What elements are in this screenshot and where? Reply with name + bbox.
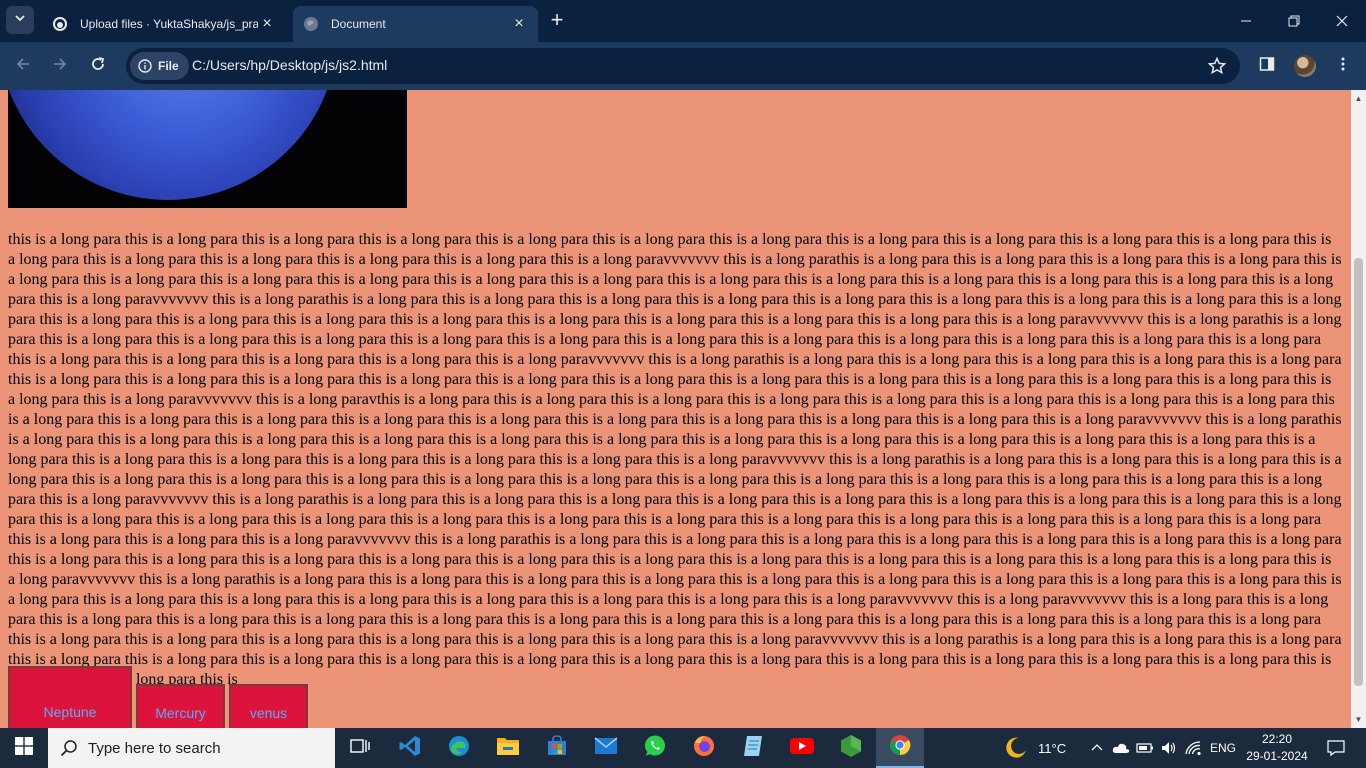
tray-icons: ENG [1090, 728, 1236, 768]
task-view-icon [349, 736, 371, 761]
arrow-left-icon [15, 56, 31, 77]
github-icon [52, 16, 68, 32]
profile-button[interactable] [1291, 52, 1319, 80]
scroll-down-arrow[interactable]: ▼ [1354, 715, 1363, 724]
address-bar[interactable]: File C:/Users/hp/Desktop/js/js2.html [126, 48, 1240, 84]
vscode-icon [398, 734, 422, 763]
restore-button[interactable] [1270, 0, 1318, 42]
windows-taskbar: Type here to search 11°C ENG 22:20 29-01… [0, 728, 1366, 768]
tab-strip: Upload files · YuktaShakya/js_practice ×… [0, 0, 1366, 42]
arrow-right-icon [52, 56, 68, 77]
new-tab-button[interactable]: + [545, 8, 569, 32]
more-vertical-icon [1335, 56, 1351, 77]
close-icon[interactable]: × [510, 15, 528, 33]
date: 29-01-2024 [1246, 749, 1308, 763]
notifications-button[interactable] [1322, 728, 1350, 768]
mail-icon [594, 736, 618, 761]
chevron-up-icon[interactable] [1090, 741, 1104, 755]
side-panel-icon [1259, 56, 1275, 77]
windows-logo-icon [15, 736, 33, 760]
battery-icon[interactable] [1136, 742, 1154, 754]
firefox-app[interactable] [680, 728, 728, 768]
moon-icon [1004, 736, 1028, 760]
url-text[interactable]: C:/Users/hp/Desktop/js/js2.html [192, 57, 387, 73]
mail-app[interactable] [582, 728, 630, 768]
forward-button[interactable] [46, 52, 74, 80]
info-icon [138, 59, 152, 73]
store-icon [545, 734, 569, 763]
bookmark-star-icon[interactable] [1207, 56, 1227, 80]
youtube-app[interactable] [778, 728, 826, 768]
site-chip-label: File [158, 59, 179, 73]
tab-document[interactable]: Document × [293, 6, 538, 42]
task-view-button[interactable] [336, 728, 384, 768]
notepad-app[interactable] [729, 728, 777, 768]
close-window-button[interactable] [1318, 0, 1366, 42]
weather-widget[interactable]: 11°C [1004, 728, 1066, 768]
minimize-button[interactable] [1222, 0, 1270, 42]
clock[interactable]: 22:20 29-01-2024 [1238, 731, 1316, 765]
taskbar-search[interactable]: Type here to search [48, 728, 335, 768]
start-button[interactable] [0, 728, 48, 768]
neptune-button[interactable]: Neptune [8, 666, 132, 728]
venus-button[interactable]: venus [229, 684, 308, 728]
tab-title: Upload files · YuktaShakya/js_practice [80, 17, 258, 31]
whatsapp-icon [643, 734, 667, 763]
chrome-app[interactable] [876, 728, 924, 768]
nodejs-icon [840, 734, 862, 763]
long-paragraph: this is a long para this is a long para … [8, 231, 1342, 688]
browser-toolbar: File C:/Users/hp/Desktop/js/js2.html [0, 42, 1366, 90]
close-icon[interactable]: × [258, 15, 276, 33]
vscode-app[interactable] [386, 728, 434, 768]
folder-icon [496, 735, 520, 762]
site-info-chip[interactable]: File [130, 52, 189, 80]
neptune-image [8, 90, 407, 208]
language-indicator[interactable]: ENG [1210, 741, 1236, 755]
notification-icon [1327, 739, 1345, 757]
back-button[interactable] [9, 52, 37, 80]
side-panel-button[interactable] [1253, 52, 1281, 80]
time: 22:20 [1261, 732, 1293, 746]
mercury-button[interactable]: Mercury [136, 684, 225, 728]
wifi-icon[interactable] [1184, 740, 1202, 756]
file-explorer-app[interactable] [484, 728, 532, 768]
notepad-icon [742, 734, 764, 763]
reload-icon [90, 56, 106, 77]
chevron-down-icon [14, 11, 26, 29]
tab-search-button[interactable] [6, 6, 34, 34]
avatar [1294, 55, 1316, 77]
search-icon [60, 739, 78, 757]
volume-icon[interactable] [1160, 740, 1178, 756]
edge-icon [447, 734, 471, 763]
scrollbar-thumb[interactable] [1354, 258, 1363, 686]
tab-title: Document [331, 17, 386, 31]
whatsapp-app[interactable] [631, 728, 679, 768]
page-viewport: this is a long para this is a long para … [0, 90, 1366, 728]
youtube-icon [789, 736, 815, 761]
search-placeholder: Type here to search [88, 739, 221, 757]
reload-button[interactable] [84, 52, 112, 80]
nodejs-app[interactable] [827, 728, 875, 768]
menu-button[interactable] [1329, 52, 1357, 80]
tab-upload-files[interactable]: Upload files · YuktaShakya/js_practice × [42, 6, 286, 42]
firefox-icon [692, 734, 716, 763]
chrome-icon [888, 733, 912, 762]
onedrive-icon[interactable] [1112, 741, 1130, 755]
edge-app[interactable] [435, 728, 483, 768]
vertical-scrollbar[interactable]: ▲ ▼ [1351, 90, 1366, 728]
scroll-up-arrow[interactable]: ▲ [1354, 94, 1363, 103]
temperature: 11°C [1038, 740, 1067, 756]
globe-icon [303, 16, 319, 32]
store-app[interactable] [533, 728, 581, 768]
